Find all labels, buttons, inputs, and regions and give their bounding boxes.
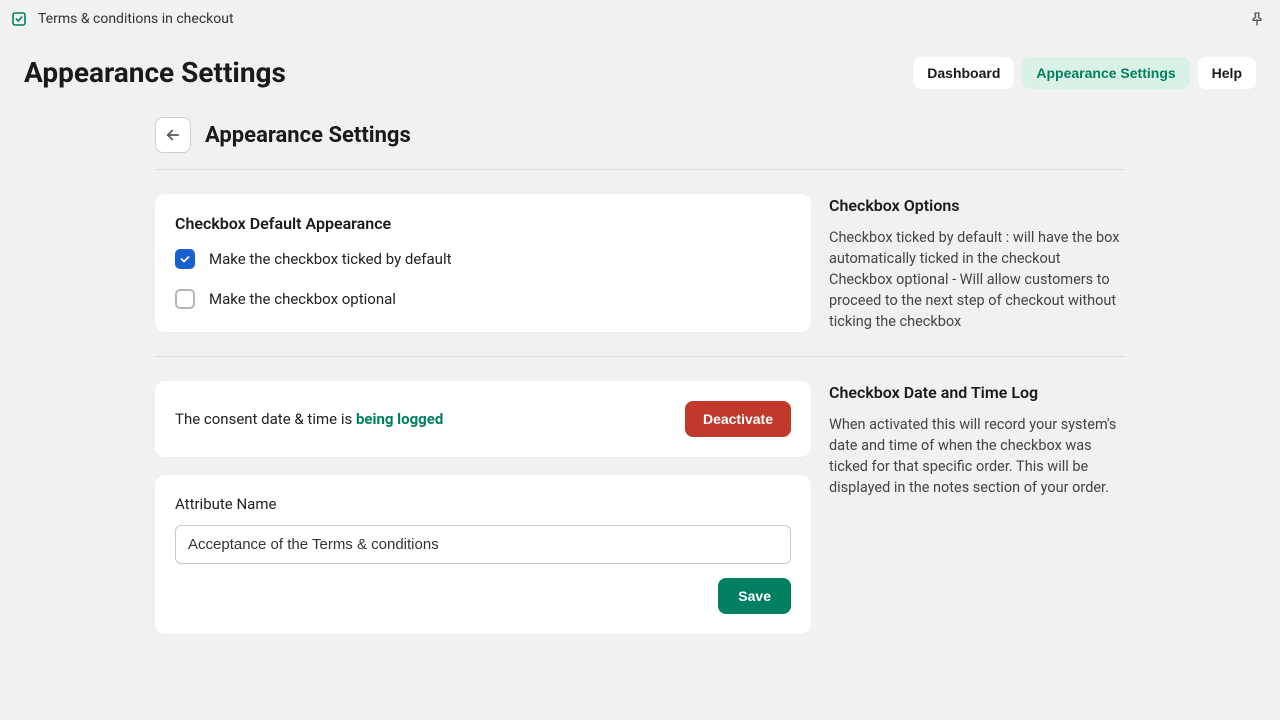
content-inner: Appearance Settings Checkbox Default App…: [155, 117, 1125, 658]
deactivate-button[interactable]: Deactivate: [685, 401, 791, 437]
checkbox-input-ticked-default[interactable]: [175, 249, 195, 269]
consent-row: The consent date & time is being logged …: [175, 401, 791, 437]
consent-text-prefix: The consent date & time is: [175, 410, 356, 428]
page-title: Appearance Settings: [24, 56, 286, 89]
attribute-name-input[interactable]: [175, 525, 791, 564]
attribute-name-label: Attribute Name: [175, 495, 791, 513]
checkbox-label: Make the checkbox ticked by default: [209, 250, 452, 268]
top-bar-left: Terms & conditions in checkout: [10, 10, 234, 28]
back-button[interactable]: [155, 117, 191, 153]
checkbox-option-ticked-default[interactable]: Make the checkbox ticked by default: [175, 249, 791, 269]
info-body: Checkbox ticked by default : will have t…: [829, 227, 1124, 332]
consent-status-text: The consent date & time is being logged: [175, 410, 443, 428]
top-bar: Terms & conditions in checkout: [0, 0, 1280, 38]
section-divider: [155, 356, 1125, 357]
checkbox-label: Make the checkbox optional: [209, 290, 396, 308]
arrow-left-icon: [164, 126, 182, 144]
sub-header-title: Appearance Settings: [205, 123, 411, 148]
info-title: Checkbox Options: [829, 196, 1124, 215]
save-button[interactable]: Save: [718, 578, 791, 614]
card-actions: Save: [175, 578, 791, 614]
tab-appearance-settings[interactable]: Appearance Settings: [1022, 57, 1189, 89]
page-header: Appearance Settings Dashboard Appearance…: [0, 38, 1280, 117]
pin-icon[interactable]: [1246, 8, 1268, 30]
left-column: The consent date & time is being logged …: [155, 381, 811, 634]
checkbox-option-optional[interactable]: Make the checkbox optional: [175, 289, 791, 309]
card-title: Checkbox Default Appearance: [175, 214, 791, 233]
section-checkbox-appearance: Checkbox Default Appearance Make the che…: [155, 194, 1125, 332]
info-title: Checkbox Date and Time Log: [829, 383, 1124, 402]
checkbox-input-optional[interactable]: [175, 289, 195, 309]
check-icon: [179, 253, 191, 265]
header-tabs: Dashboard Appearance Settings Help: [913, 57, 1256, 89]
page-content: Appearance Settings Checkbox Default App…: [0, 117, 1280, 658]
date-time-log-info: Checkbox Date and Time Log When activate…: [829, 381, 1124, 634]
tab-dashboard[interactable]: Dashboard: [913, 57, 1014, 89]
consent-text-status: being logged: [356, 410, 443, 428]
attribute-name-card: Attribute Name Save: [155, 475, 811, 634]
sub-header: Appearance Settings: [155, 117, 1125, 170]
consent-log-card: The consent date & time is being logged …: [155, 381, 811, 457]
tab-help[interactable]: Help: [1198, 57, 1256, 89]
app-icon: [10, 10, 28, 28]
checkbox-options-info: Checkbox Options Checkbox ticked by defa…: [829, 194, 1124, 332]
info-body: When activated this will record your sys…: [829, 414, 1124, 498]
app-title: Terms & conditions in checkout: [38, 11, 234, 27]
checkbox-appearance-card: Checkbox Default Appearance Make the che…: [155, 194, 811, 332]
section-date-time-log: The consent date & time is being logged …: [155, 381, 1125, 634]
